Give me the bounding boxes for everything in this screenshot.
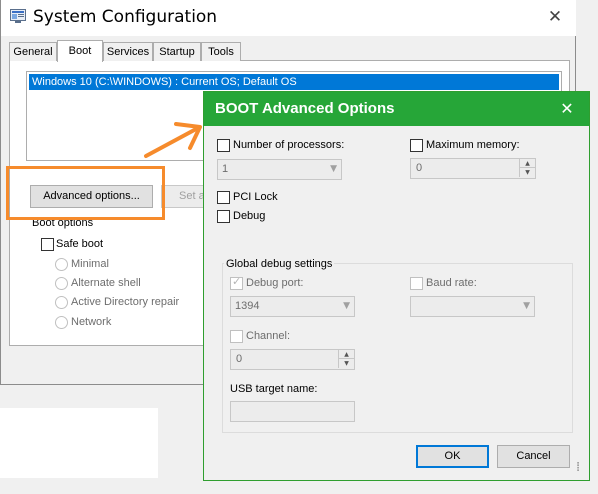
pci-lock-checkbox[interactable] xyxy=(217,191,230,204)
channel-label: Channel: xyxy=(246,330,291,342)
tab-tools[interactable]: Tools xyxy=(201,42,241,61)
usb-target-name-label: USB target name: xyxy=(230,383,318,395)
close-icon[interactable]: ✕ xyxy=(543,6,567,28)
safe-boot-checkbox[interactable] xyxy=(41,238,54,251)
baud-rate-checkbox[interactable] xyxy=(410,277,423,290)
title-bar: System Configuration ✕ xyxy=(1,0,576,36)
spin-down-icon[interactable]: ▼ xyxy=(519,168,535,177)
ok-button[interactable]: OK xyxy=(416,445,489,468)
cancel-button[interactable]: Cancel xyxy=(497,445,570,468)
boot-advanced-options-dialog: BOOT Advanced Options ✕ Number of proces… xyxy=(203,91,590,481)
network-label: Network xyxy=(71,316,112,328)
spin-up-icon[interactable]: ▲ xyxy=(338,350,354,359)
baud-rate-select[interactable]: ▼ xyxy=(410,296,535,317)
msconfig-icon xyxy=(10,9,26,23)
arrow-icon xyxy=(144,122,202,158)
background-panel xyxy=(0,408,158,478)
window-title: System Configuration xyxy=(33,7,218,27)
channel-checkbox[interactable] xyxy=(230,330,243,343)
tab-services[interactable]: Services xyxy=(103,42,153,61)
baud-rate-label: Baud rate: xyxy=(426,277,477,289)
spin-up-icon[interactable]: ▲ xyxy=(519,159,535,168)
usb-target-name-input[interactable] xyxy=(230,401,355,422)
resize-grip-icon[interactable]: ⁞ xyxy=(576,460,580,475)
tab-general[interactable]: General xyxy=(9,42,57,61)
active-directory-repair-radio[interactable] xyxy=(55,296,68,309)
tab-boot[interactable]: Boot xyxy=(57,40,103,62)
minimal-radio[interactable] xyxy=(55,258,68,271)
maximum-memory-spinner[interactable]: 0 ▲ ▼ xyxy=(410,158,536,179)
active-directory-repair-label: Active Directory repair xyxy=(71,296,180,308)
debug-port-checkbox[interactable] xyxy=(230,275,243,290)
number-of-processors-checkbox[interactable] xyxy=(217,139,230,152)
minimal-label: Minimal xyxy=(71,258,109,270)
debug-port-select[interactable]: 1394 ▼ xyxy=(230,296,355,317)
tab-startup[interactable]: Startup xyxy=(153,42,201,61)
channel-value: 0 xyxy=(236,353,243,365)
alternate-shell-label: Alternate shell xyxy=(71,277,141,289)
maximum-memory-label: Maximum memory: xyxy=(426,139,520,151)
network-radio[interactable] xyxy=(55,316,68,329)
global-debug-settings-label: Global debug settings xyxy=(224,258,335,270)
chevron-down-icon: ▼ xyxy=(330,164,337,174)
os-list-item[interactable]: Windows 10 (C:\WINDOWS) : Current OS; De… xyxy=(29,74,559,90)
number-of-processors-label: Number of processors: xyxy=(233,139,345,151)
debug-port-label: Debug port: xyxy=(246,277,304,289)
debug-port-value: 1394 xyxy=(235,300,260,312)
alternate-shell-radio[interactable] xyxy=(55,277,68,290)
number-of-processors-select[interactable]: 1 ▼ xyxy=(217,159,342,180)
maximum-memory-checkbox[interactable] xyxy=(410,139,423,152)
dialog-title-bar: BOOT Advanced Options ✕ xyxy=(204,92,589,126)
safe-boot-label: Safe boot xyxy=(56,238,104,250)
dialog-title: BOOT Advanced Options xyxy=(215,100,395,117)
channel-spinner[interactable]: 0 ▲ ▼ xyxy=(230,349,355,370)
chevron-down-icon: ▼ xyxy=(343,301,350,311)
pci-lock-label: PCI Lock xyxy=(233,191,278,203)
highlight-box xyxy=(6,166,165,220)
number-of-processors-value: 1 xyxy=(222,163,229,175)
spin-down-icon[interactable]: ▼ xyxy=(338,359,354,368)
chevron-down-icon: ▼ xyxy=(523,301,530,311)
dialog-close-icon[interactable]: ✕ xyxy=(556,98,578,120)
maximum-memory-value: 0 xyxy=(416,162,423,174)
debug-label: Debug xyxy=(233,210,266,222)
debug-checkbox[interactable] xyxy=(217,210,230,223)
